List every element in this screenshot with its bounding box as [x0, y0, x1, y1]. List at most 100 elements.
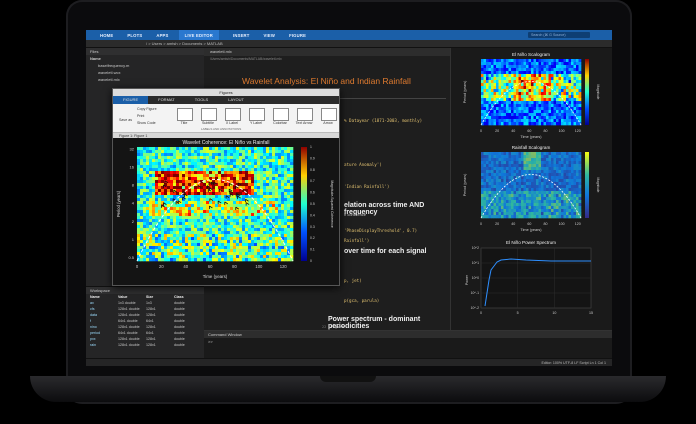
scalogram-cell — [558, 158, 562, 162]
tab-plots[interactable]: PLOTS — [127, 33, 142, 38]
scalogram-cell — [576, 59, 579, 63]
annotation-arrow-icon[interactable] — [321, 108, 337, 121]
scalogram-cell — [508, 170, 512, 174]
scalogram-cell — [538, 104, 542, 108]
scalogram-cell — [576, 203, 579, 207]
coherence-cell — [188, 237, 192, 241]
code-line[interactable]: % Datayear (1871-2003, monthly) — [344, 118, 422, 123]
scalogram-cell — [541, 200, 544, 204]
coherence-cell — [263, 228, 267, 232]
scalogram-cell — [493, 200, 497, 204]
scalogram-cell — [506, 158, 509, 162]
coherence-cell — [278, 237, 282, 241]
scalogram-cell — [483, 83, 487, 87]
coherence-cell — [221, 147, 225, 151]
coherence-cell — [212, 258, 216, 262]
scalogram-cell — [516, 167, 519, 171]
scalogram-cell — [541, 80, 544, 84]
workspace-row[interactable]: rain 128x1 double 128x1 double — [86, 342, 204, 348]
code-line[interactable]: ature Anomaly') — [344, 162, 382, 167]
annotation-x-label-icon[interactable] — [225, 108, 241, 121]
annotation-text-arrow-icon[interactable] — [297, 108, 313, 121]
copy-figure-button[interactable]: Copy Figure — [137, 107, 157, 111]
command-prompt[interactable]: >> — [204, 338, 612, 346]
file-item[interactable]: waveletl.mlx — [86, 76, 204, 83]
show-code-button[interactable]: Show Code — [137, 121, 156, 125]
files-column-name[interactable]: Name — [86, 55, 204, 62]
scalogram-cell — [543, 119, 547, 123]
coherence-cell — [140, 153, 144, 157]
scalogram-cell — [486, 122, 489, 126]
coherence-cell — [170, 237, 174, 241]
coherence-cell — [239, 147, 243, 151]
coherence-cell — [251, 171, 255, 175]
tab-home[interactable]: HOME — [100, 33, 113, 38]
coherence-cell — [179, 204, 183, 208]
annotation-y-label-icon[interactable] — [249, 108, 265, 121]
coherence-cell — [272, 183, 276, 187]
coherence-cell — [287, 168, 291, 172]
tab-live-editor[interactable]: LIVE EDITOR — [178, 30, 219, 41]
tab-insert[interactable]: INSERT — [233, 33, 250, 38]
save-as-button[interactable]: Save as — [119, 118, 132, 122]
scalogram-cell — [561, 65, 564, 69]
annotation-title-icon[interactable] — [177, 108, 193, 121]
coherence-cell — [218, 225, 222, 229]
scalogram-cell — [508, 110, 512, 114]
coherence-cell — [251, 165, 255, 169]
coherence-cell — [155, 189, 159, 193]
workspace-cell: rain — [90, 343, 96, 347]
tab-view[interactable]: VIEW — [264, 33, 276, 38]
tab-figure[interactable]: FIGURE — [289, 33, 306, 38]
coherence-cell — [257, 186, 261, 190]
scalogram-cell — [533, 185, 537, 189]
coherence-cell — [173, 228, 177, 232]
scalogram-cell — [558, 182, 562, 186]
coherence-cell — [158, 201, 162, 205]
coherence-cell — [281, 219, 285, 223]
tab-apps[interactable]: APPS — [156, 33, 168, 38]
scalogram-cell — [541, 185, 544, 189]
scalogram-cell — [546, 161, 549, 165]
scalogram-cell — [523, 68, 527, 72]
file-item[interactable]: waveletl.wcx — [86, 69, 204, 76]
coherence-cell — [245, 174, 249, 178]
coherence-cell — [155, 177, 159, 181]
scalogram-cell — [511, 191, 514, 195]
scalogram-cell — [503, 71, 507, 75]
coherence-cell — [140, 195, 144, 199]
scalogram-cell — [566, 155, 569, 159]
scalogram-cell — [493, 203, 497, 207]
code-line[interactable]: p(gca, parula) — [344, 298, 379, 303]
tab-layout[interactable]: LAYOUT — [218, 96, 254, 104]
coherence-cell — [281, 195, 285, 199]
search-input[interactable]: Search (⌘ G Source) — [528, 32, 590, 38]
coherence-cell — [182, 201, 186, 205]
print-button[interactable]: Print — [137, 114, 144, 118]
tab-tools[interactable]: TOOLS — [185, 96, 219, 104]
file-item[interactable]: baselfrequency.m — [86, 62, 204, 69]
coherence-cell — [248, 159, 252, 163]
scalogram-cell — [498, 152, 502, 156]
editor-tab[interactable]: waveletl.mlx — [204, 48, 450, 56]
coherence-cell — [161, 186, 165, 190]
scalogram-cell — [523, 116, 527, 120]
scalogram-cell — [508, 173, 512, 177]
scalogram-cell — [558, 113, 562, 117]
code-line[interactable]: Rainfall') — [344, 238, 369, 243]
code-line[interactable]: 'PhaseDisplayThreshold', 0.7) — [344, 228, 417, 233]
tab-format[interactable]: FORMAT — [148, 96, 185, 104]
annotation-colorbar-icon[interactable] — [273, 108, 289, 121]
command-window[interactable]: Command Window >> — [204, 330, 612, 359]
code-line[interactable]: 'Indian Rainfall') — [344, 184, 389, 189]
code-line[interactable]: p, jet) — [344, 278, 362, 283]
current-folder-path[interactable]: / > Users > amtsh > Documents > MATLAB — [86, 40, 612, 48]
coherence-cell — [173, 150, 177, 154]
annotation-subtitle-icon[interactable] — [201, 108, 217, 121]
tab-figure[interactable]: FIGURE — [113, 96, 149, 104]
scalogram-cell — [521, 212, 524, 216]
scalogram-cell — [493, 164, 497, 168]
scalogram-cell — [573, 71, 577, 75]
scalogram-cell — [511, 158, 514, 162]
coherence-cell — [170, 156, 174, 160]
